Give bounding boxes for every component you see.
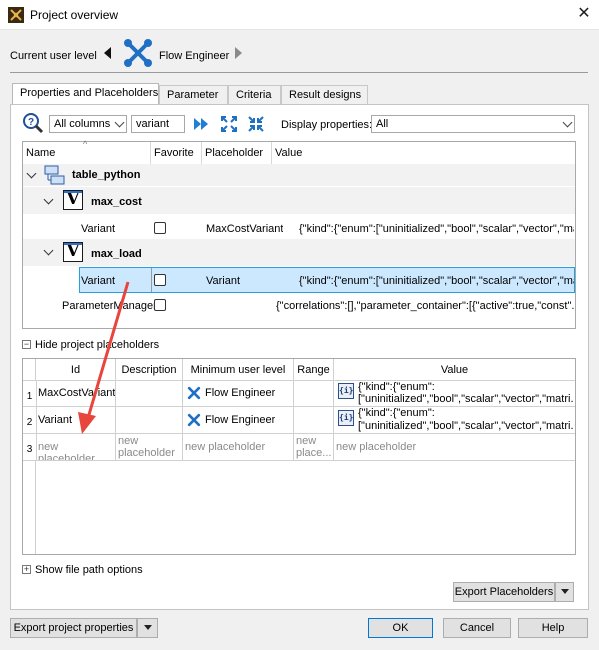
row-number: 3 <box>23 434 37 461</box>
placeholder-value-line1: {"kind":{"enum": <box>358 407 435 419</box>
v-icon: V <box>63 190 83 210</box>
new-placeholder-id[interactable]: new placeholder <box>36 434 116 461</box>
user-level-label: Current user level <box>10 50 97 62</box>
help-button[interactable]: Help <box>518 618 588 638</box>
tree-row-value: {"kind":{"enum":["uninitialized","bool",… <box>299 275 574 287</box>
placeholder-value-line2: ["uninitialized","bool","scalar","vector… <box>358 393 574 405</box>
tree-group-label: max_load <box>91 248 142 260</box>
new-placeholder-description[interactable]: new placeholder <box>116 434 183 461</box>
sort-indicator-icon: ^ <box>83 139 88 149</box>
column-filter-value: All columns <box>54 118 111 130</box>
tree-row-value: {"kind":{"enum":["uninitialized","bool",… <box>299 223 574 235</box>
row-number: 1 <box>23 381 37 407</box>
new-placeholder-description-line2: placeholder <box>118 447 175 459</box>
placeholder-value-line1: {"kind":{"enum": <box>358 381 435 393</box>
tree-root-label: table_python <box>72 169 141 181</box>
wrench-icon <box>124 39 152 67</box>
wrench-icon <box>187 413 201 427</box>
column-header-placeholder[interactable]: Placeholder <box>202 142 272 164</box>
favorite-checkbox[interactable] <box>154 274 166 286</box>
braces-icon: {i} <box>338 410 354 426</box>
column-header-range[interactable]: Range <box>294 359 334 381</box>
tab-properties-and-placeholders[interactable]: Properties and Placeholders <box>12 83 159 105</box>
tab-criteria[interactable]: Criteria <box>228 85 281 104</box>
collapse-toggle-icon[interactable]: − <box>22 340 31 349</box>
svg-text:?: ? <box>28 117 34 128</box>
table-icon <box>44 165 65 185</box>
separator <box>10 72 588 73</box>
search-input[interactable]: variant <box>131 115 185 133</box>
new-placeholder-value[interactable]: new placeholder <box>334 434 575 461</box>
chevron-down-icon <box>114 117 125 128</box>
new-placeholder-range-line2: place... <box>296 447 332 459</box>
row-number-header <box>23 359 36 381</box>
tree-row-value: {"correlations":[],"parameter_container"… <box>276 300 574 312</box>
close-button[interactable]: ✕ <box>572 4 596 26</box>
display-properties-select[interactable]: All <box>371 115 575 133</box>
placeholder-level-value: Flow Engineer <box>205 387 276 399</box>
column-header-value[interactable]: Value <box>334 359 575 381</box>
user-level-value: Flow Engineer <box>159 50 230 62</box>
column-header-minimum-user-level[interactable]: Minimum user level <box>183 359 294 381</box>
tree-row-placeholder: MaxCostVariant <box>206 223 284 235</box>
placeholder-value-line2: ["uninitialized","bool","scalar","vector… <box>358 420 574 432</box>
chevron-down-icon <box>562 117 573 128</box>
show-file-path-toggle[interactable]: Show file path options <box>35 564 143 576</box>
caret-down-icon <box>143 625 152 630</box>
search-help-icon[interactable]: ? <box>22 112 44 134</box>
placeholder-range-cell[interactable] <box>294 381 334 407</box>
placeholder-level-value: Flow Engineer <box>205 414 276 426</box>
placeholder-range-cell[interactable] <box>294 407 334 434</box>
arrow-annotation <box>78 281 130 434</box>
favorite-checkbox[interactable] <box>154 222 166 234</box>
wrench-icon <box>187 386 201 400</box>
export-project-properties-button[interactable]: Export project properties <box>10 618 137 638</box>
column-filter-select[interactable]: All columns <box>49 115 127 133</box>
tab-result-designs[interactable]: Result designs <box>281 85 368 104</box>
export-project-dropdown[interactable] <box>137 618 158 638</box>
new-placeholder-range-line1: new <box>296 435 317 447</box>
column-header-value[interactable]: Value <box>272 142 575 164</box>
play-forward-icon[interactable] <box>192 115 210 133</box>
new-placeholder-level[interactable]: new placeholder <box>183 434 294 461</box>
caret-down-icon <box>560 589 569 594</box>
tree-row-placeholder: Variant <box>206 275 241 287</box>
v-icon: V <box>63 242 83 262</box>
expand-icon[interactable] <box>220 115 238 133</box>
tree-group-label: max_cost <box>91 196 142 208</box>
previous-level-icon[interactable] <box>104 47 111 59</box>
braces-icon: {i} <box>338 383 354 399</box>
display-properties-value: All <box>376 118 389 130</box>
favorite-checkbox[interactable] <box>154 299 166 311</box>
column-divider <box>151 268 152 292</box>
column-header-favorite[interactable]: Favorite <box>151 142 202 164</box>
tree-row-name: Variant <box>81 223 116 235</box>
row-number: 2 <box>23 407 37 434</box>
collapse-icon[interactable] <box>247 115 265 133</box>
app-icon <box>8 7 24 23</box>
next-level-icon[interactable] <box>235 47 242 59</box>
ok-button[interactable]: OK <box>368 618 433 638</box>
expand-toggle-icon[interactable]: + <box>22 565 31 574</box>
window-title: Project overview <box>30 8 119 22</box>
export-placeholders-button[interactable]: Export Placeholders <box>453 582 555 602</box>
cancel-button[interactable]: Cancel <box>443 618 511 638</box>
row-number-gutter <box>23 461 36 554</box>
display-properties-label: Display properties: <box>281 119 373 131</box>
new-placeholder-range[interactable]: new place... <box>294 434 334 461</box>
tab-parameter[interactable]: Parameter <box>159 85 228 104</box>
export-placeholders-dropdown[interactable] <box>555 582 574 602</box>
